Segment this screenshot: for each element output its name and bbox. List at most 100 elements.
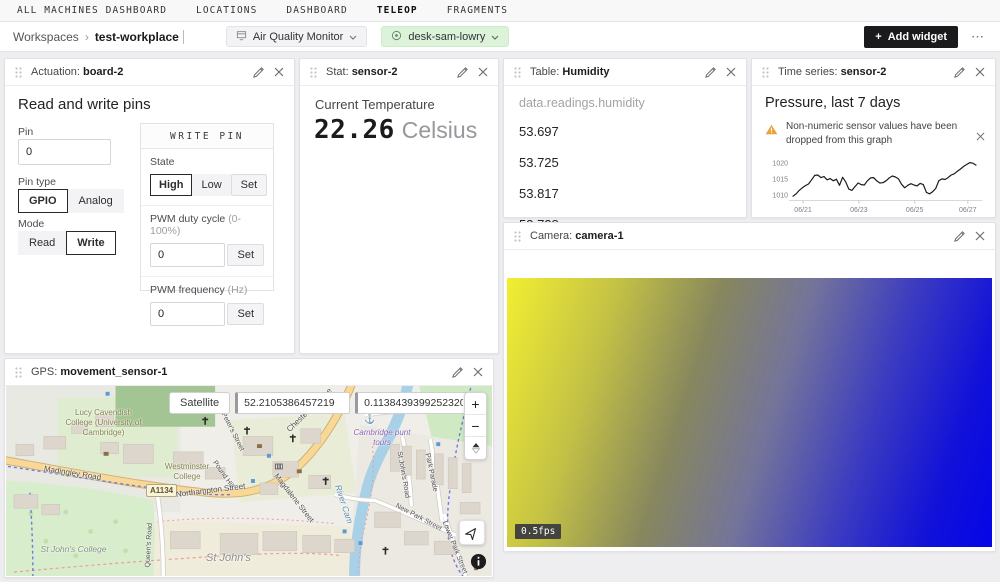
map-info-button[interactable] xyxy=(470,553,487,570)
svg-text:06/27: 06/27 xyxy=(959,207,977,214)
edit-pencil-icon[interactable] xyxy=(451,366,464,379)
map-label-a1134-ref: A1134 xyxy=(146,484,177,497)
plus-icon: + xyxy=(875,31,881,43)
satellite-toggle-button[interactable]: Satellite xyxy=(169,392,230,414)
chevron-down-icon xyxy=(349,31,357,43)
map-zoom-controls: + − xyxy=(464,392,487,460)
drag-handle-icon[interactable] xyxy=(762,67,769,78)
longitude-input[interactable] xyxy=(355,392,470,414)
edit-pencil-icon[interactable] xyxy=(456,66,469,79)
add-widget-button[interactable]: + Add widget xyxy=(864,26,958,48)
stat-value: 22.26 xyxy=(314,115,395,145)
breadcrumb-separator: › xyxy=(85,30,89,44)
state-set-button[interactable]: Set xyxy=(231,174,268,196)
pwm-duty-input[interactable] xyxy=(150,243,225,267)
widget-table: Table: Humidity data.readings.humidity 5… xyxy=(503,58,747,218)
machine-icon xyxy=(391,30,402,44)
pwm-duty-section: PWM duty cycle (0-100%) Set xyxy=(141,206,273,277)
mode-read-button[interactable]: Read xyxy=(18,231,66,255)
close-icon[interactable] xyxy=(726,67,736,77)
table-row: 53.697 xyxy=(519,124,559,139)
chevron-down-icon xyxy=(491,31,499,43)
locate-button[interactable] xyxy=(459,520,485,545)
edit-pencil-icon[interactable] xyxy=(252,66,265,79)
zoom-in-button[interactable]: + xyxy=(465,393,486,415)
widget-title: Stat: sensor-2 xyxy=(326,66,398,78)
widget-actuation: Actuation: board-2 Read and write pins P… xyxy=(4,58,295,354)
nav-item-all-machines-dashboard[interactable]: ALL MACHINES DASHBOARD xyxy=(17,5,167,16)
workspace-select[interactable]: Air Quality Monitor xyxy=(226,26,367,47)
table-header: Table: Humidity xyxy=(504,59,746,86)
table-row: 53.725 xyxy=(519,155,559,170)
widget-title: Table: Humidity xyxy=(530,66,609,78)
drag-handle-icon[interactable] xyxy=(514,231,521,242)
pwm-frequency-input[interactable] xyxy=(150,302,225,326)
timeseries-body: Pressure, last 7 days Non-numeric sensor… xyxy=(752,86,995,217)
map-base-layer xyxy=(6,386,492,576)
close-icon[interactable] xyxy=(478,67,488,77)
svg-text:1015: 1015 xyxy=(772,177,788,184)
top-nav: ALL MACHINES DASHBOARD LOCATIONS DASHBOA… xyxy=(0,0,1000,22)
edit-pencil-icon[interactable] xyxy=(704,66,717,79)
state-section: State High Low Set xyxy=(141,149,273,206)
info-icon xyxy=(470,553,487,570)
pitch-control-button[interactable] xyxy=(465,437,486,459)
pwm-frequency-unit: (Hz) xyxy=(228,284,248,296)
breadcrumb-workspaces[interactable]: Workspaces xyxy=(13,30,79,44)
drag-handle-icon[interactable] xyxy=(15,67,22,78)
workspace-select-label: Air Quality Monitor xyxy=(253,31,343,43)
widget-timeseries: Time series: sensor-2 Pressure, last 7 d… xyxy=(751,58,996,218)
drag-handle-icon[interactable] xyxy=(15,367,22,378)
svg-text:06/25: 06/25 xyxy=(906,207,924,214)
pwm-duty-set-button[interactable]: Set xyxy=(227,244,264,266)
state-high-button[interactable]: High xyxy=(150,174,192,196)
breadcrumb-current-workspace[interactable]: test-workplace xyxy=(95,30,184,44)
nav-item-fragments[interactable]: FRAGMENTS xyxy=(447,5,508,16)
machine-select[interactable]: desk-sam-lowry xyxy=(381,26,509,47)
pin-type-analog-button[interactable]: Analog xyxy=(68,189,124,213)
actuation-heading: Read and write pins xyxy=(18,96,151,113)
latitude-input[interactable] xyxy=(235,392,350,414)
state-low-button[interactable]: Low xyxy=(192,174,230,196)
pin-input[interactable] xyxy=(18,139,111,165)
pwm-frequency-section: PWM frequency (Hz) Set xyxy=(141,277,273,335)
nav-item-dashboard[interactable]: DASHBOARD xyxy=(286,5,347,16)
navigation-arrow-icon xyxy=(464,525,480,541)
fps-badge: 0.5fps xyxy=(515,524,561,539)
map-canvas[interactable]: Madingley Road Lucy Cavendish College (U… xyxy=(6,386,492,576)
zoom-out-button[interactable]: − xyxy=(465,415,486,437)
edit-pencil-icon[interactable] xyxy=(953,230,966,243)
machine-select-label: desk-sam-lowry xyxy=(408,31,485,43)
pin-type-gpio-button[interactable]: GPIO xyxy=(18,189,68,213)
map-control-bar: Satellite xyxy=(169,392,470,414)
widget-title: Actuation: board-2 xyxy=(31,66,123,78)
close-icon[interactable] xyxy=(975,231,985,241)
close-icon[interactable] xyxy=(473,367,483,377)
actuation-header: Actuation: board-2 xyxy=(5,59,294,86)
widget-title: GPS: movement_sensor-1 xyxy=(31,366,167,378)
pin-type-label: Pin type xyxy=(18,176,56,188)
stat-unit: Celsius xyxy=(402,117,477,144)
table-column-header: data.readings.humidity xyxy=(519,96,645,110)
drag-handle-icon[interactable] xyxy=(514,67,521,78)
warning-dismiss-icon[interactable] xyxy=(976,128,985,146)
close-icon[interactable] xyxy=(274,67,284,77)
state-label: State xyxy=(150,156,264,168)
nav-item-locations[interactable]: LOCATIONS xyxy=(196,5,257,16)
mode-label: Mode xyxy=(18,218,44,230)
toolbar: Workspaces › test-workplace Air Quality … xyxy=(0,22,1000,52)
nav-item-teleop[interactable]: TELEOP xyxy=(377,5,418,16)
write-pin-panel: WRITE PIN State High Low Set PWM duty cy… xyxy=(140,123,274,291)
more-options-button[interactable]: ⋯ xyxy=(971,29,985,45)
mode-write-button[interactable]: Write xyxy=(66,231,115,255)
warning-banner: Non-numeric sensor values have been drop… xyxy=(765,120,985,148)
widget-gps: GPS: movement_sensor-1 xyxy=(4,358,494,578)
edit-pencil-icon[interactable] xyxy=(953,66,966,79)
close-icon[interactable] xyxy=(975,67,985,77)
widget-title: Camera: camera-1 xyxy=(530,230,624,242)
museum-icon xyxy=(275,464,283,470)
drag-handle-icon[interactable] xyxy=(310,67,317,78)
timeseries-header: Time series: sensor-2 xyxy=(752,59,995,86)
chart-title: Pressure, last 7 days xyxy=(765,95,900,111)
pwm-frequency-set-button[interactable]: Set xyxy=(227,303,264,325)
